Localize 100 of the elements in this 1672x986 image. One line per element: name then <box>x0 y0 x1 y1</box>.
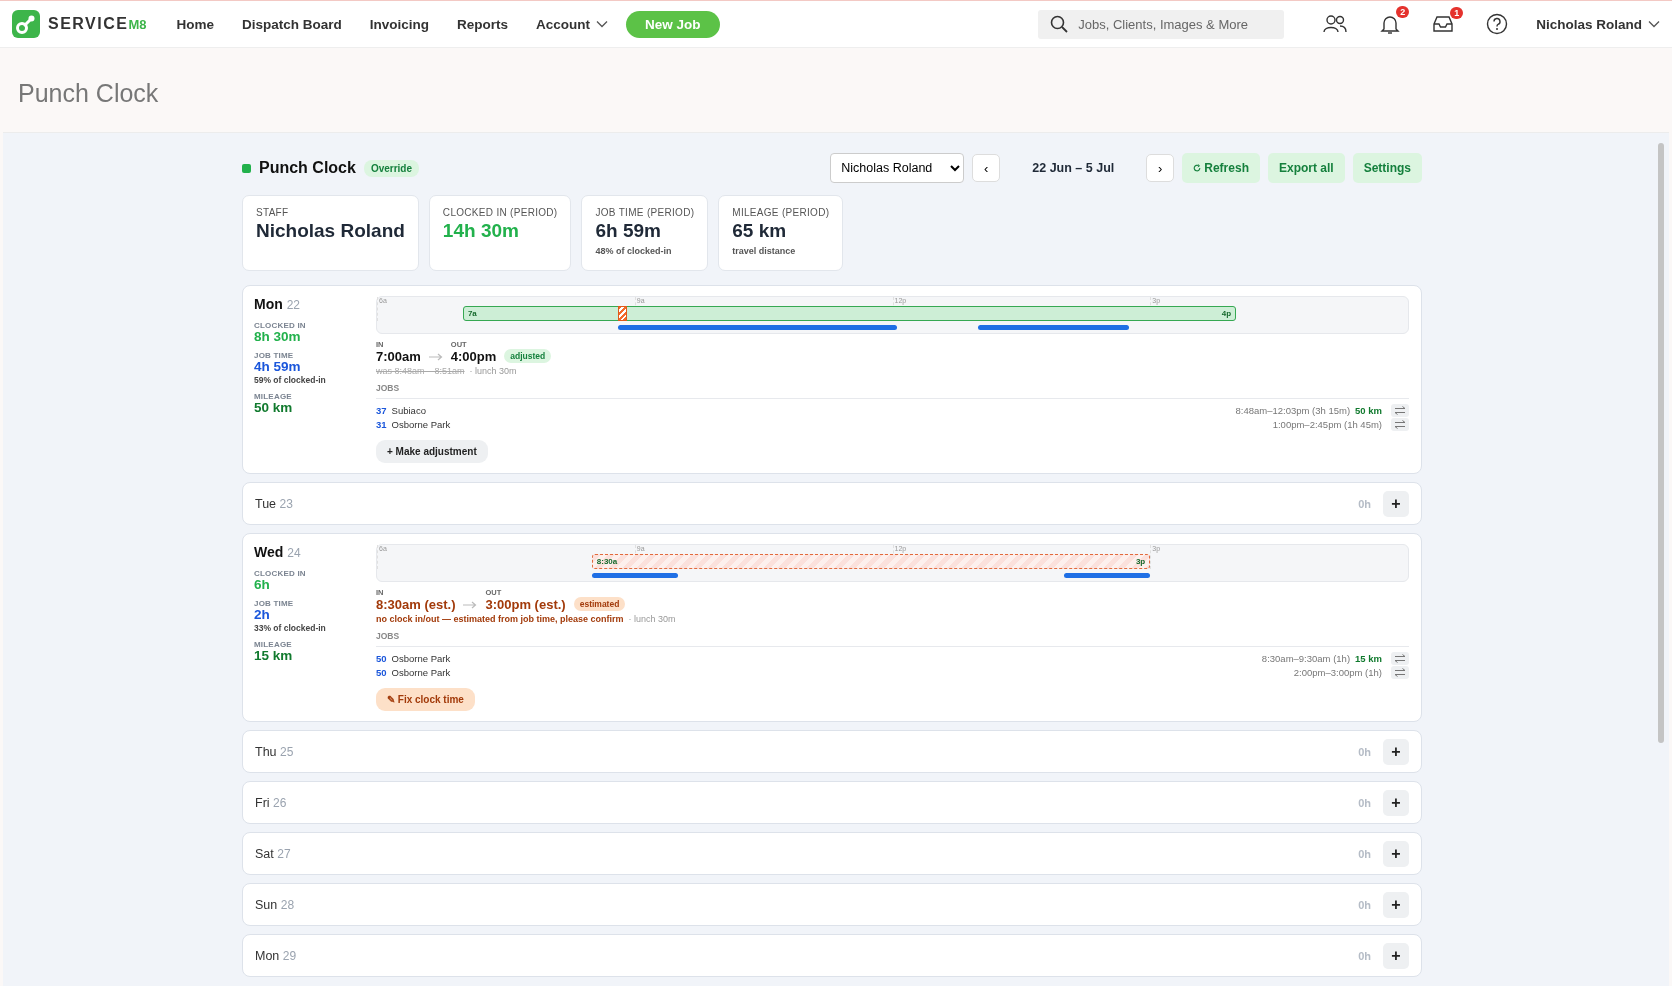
metric-label: CLOCKED IN <box>254 321 307 330</box>
help-icon[interactable] <box>1486 13 1509 35</box>
stat-label: MILEAGE (PERIOD) <box>732 207 830 218</box>
jobs-heading: JOBS <box>376 631 1409 647</box>
original-times: was 8:48am – 8:51am <box>376 366 465 376</box>
stat-value: 14h 30m <box>442 220 520 242</box>
job-name: Osborne Park <box>391 652 451 664</box>
add-button[interactable]: + <box>1383 789 1409 816</box>
nav-link[interactable]: Account <box>536 16 609 32</box>
metric-value: 8h 30m <box>254 330 302 345</box>
job-distance: 50 km <box>1355 404 1382 416</box>
nav-link[interactable]: Home <box>176 16 215 32</box>
day-label: Sat 27 <box>255 846 291 861</box>
lunch-note: · lunch 30m <box>627 614 676 624</box>
add-button[interactable]: + <box>1383 490 1409 517</box>
day-label: Fri 26 <box>255 795 287 810</box>
make-adjustment-button[interactable]: + Make adjustment <box>376 440 488 463</box>
job-number[interactable]: 37 <box>376 404 387 416</box>
inbox-icon[interactable] <box>1432 14 1455 34</box>
user-menu[interactable]: Nicholas Roland <box>1536 16 1660 32</box>
nav-link[interactable]: Dispatch Board <box>242 16 342 32</box>
job-number[interactable]: 31 <box>376 419 387 431</box>
stat-caption: travel distance <box>732 246 797 256</box>
stat-value: 65 km <box>732 220 788 242</box>
toolbar-button[interactable]: Export all <box>1267 153 1345 183</box>
job-name: Subiaco <box>391 404 426 416</box>
metric-value: 6h <box>254 578 271 593</box>
day-total: 0h <box>1358 898 1371 911</box>
shift-bar[interactable]: 8:30a 3p <box>591 554 1151 569</box>
stat-label: CLOCKED IN (PERIOD) <box>442 207 558 218</box>
day-total: 0h <box>1358 847 1371 860</box>
shift-end-label: 4p <box>1221 309 1232 318</box>
day-label: Tue 23 <box>255 496 293 511</box>
day-label: Thu 25 <box>255 744 294 759</box>
swap-button[interactable] <box>1391 651 1409 665</box>
notification-badge: 2 <box>1396 6 1410 18</box>
day-row[interactable]: Sun 28 0h + <box>242 883 1422 926</box>
override-badge: Override <box>363 159 420 177</box>
day-row[interactable]: Mon 29 0h + <box>242 934 1422 977</box>
clock-out-time: 4:00pm <box>450 349 497 364</box>
staff-select[interactable]: Nicholas Roland <box>830 153 965 183</box>
next-button[interactable]: › <box>1146 154 1175 182</box>
bell-icon[interactable] <box>1380 13 1401 35</box>
job-name: Osborne Park <box>391 667 451 679</box>
add-button[interactable]: + <box>1383 840 1409 867</box>
shift-bar[interactable]: 7a 4p <box>462 306 1237 321</box>
add-button[interactable]: + <box>1383 942 1409 969</box>
job-time: 1:00pm–2:45pm (1h 45m) <box>1272 419 1382 431</box>
nav-link[interactable]: Invoicing <box>369 16 430 32</box>
metric-caption: 33% of clocked-in <box>254 623 327 634</box>
add-button[interactable]: + <box>1383 891 1409 918</box>
page-title: Punch Clock <box>17 78 160 109</box>
previous-button[interactable]: ‹ <box>972 154 1001 182</box>
original-time-marker <box>617 306 627 321</box>
section-title: Punch Clock <box>259 159 356 177</box>
fix-clock-time-button[interactable]: ✎ Fix clock time <box>376 688 475 711</box>
job-number[interactable]: 50 <box>376 652 387 664</box>
job-number[interactable]: 50 <box>376 667 387 679</box>
toolbar-button[interactable]: Settings <box>1352 153 1422 183</box>
job-time: 2:00pm–3:00pm (1h) <box>1293 667 1382 679</box>
date-range: 22 Jun – 5 Jul <box>1031 161 1116 175</box>
add-button[interactable]: + <box>1383 738 1409 765</box>
day-total: 0h <box>1358 949 1371 962</box>
job-time: 8:30am–9:30am (1h) <box>1261 652 1351 664</box>
search-field[interactable]: Jobs, Clients, Images & More <box>1038 9 1285 39</box>
notification-badge: 1 <box>1450 7 1464 19</box>
day-total: 0h <box>1358 796 1371 809</box>
day-total: 0h <box>1358 745 1371 758</box>
status-badge: adjusted <box>504 349 552 363</box>
clock-in-time: 8:30am (est.) <box>376 597 456 612</box>
logo-icon[interactable] <box>12 10 40 38</box>
logo-wordmark[interactable]: SERVICEM8 <box>48 15 147 33</box>
job-distance: 15 km <box>1355 652 1382 664</box>
metric-caption: 59% of clocked-in <box>254 375 327 386</box>
status-badge: estimated <box>573 597 626 611</box>
day-row[interactable]: Fri 26 0h + <box>242 781 1422 824</box>
nav-link[interactable]: Reports <box>457 16 509 32</box>
swap-button[interactable] <box>1391 666 1409 680</box>
metric-value: 4h 59m <box>254 360 302 375</box>
day-label: Sun 28 <box>255 897 295 912</box>
clock-in-time: 7:00am <box>376 349 421 364</box>
day-row[interactable]: Sat 27 0h + <box>242 832 1422 875</box>
warning-text: no clock in/out — estimated from job time, please confirm <box>376 614 624 624</box>
refresh-button[interactable]: Refresh <box>1182 153 1260 183</box>
search-icon <box>1050 14 1069 33</box>
day-row[interactable]: Thu 25 0h + <box>242 730 1422 773</box>
shift-start-label: 7a <box>467 309 477 318</box>
day-total: 0h <box>1358 497 1371 510</box>
stat-label: STAFF <box>256 207 290 218</box>
job-time: 8:48am–12:03pm (3h 15m) <box>1235 404 1351 416</box>
swap-button[interactable] <box>1391 418 1409 432</box>
metric-value: 50 km <box>254 401 294 416</box>
metric-label: MILEAGE <box>254 640 293 650</box>
swap-button[interactable] <box>1391 403 1409 417</box>
people-icon[interactable] <box>1322 14 1349 34</box>
metric-label: CLOCKED IN <box>254 569 307 578</box>
day-label: Wed 24 <box>254 544 302 560</box>
shift-end-label: 3p <box>1135 557 1146 566</box>
metric-label: JOB TIME <box>254 599 295 609</box>
day-row[interactable]: Tue 23 0h + <box>242 482 1422 525</box>
